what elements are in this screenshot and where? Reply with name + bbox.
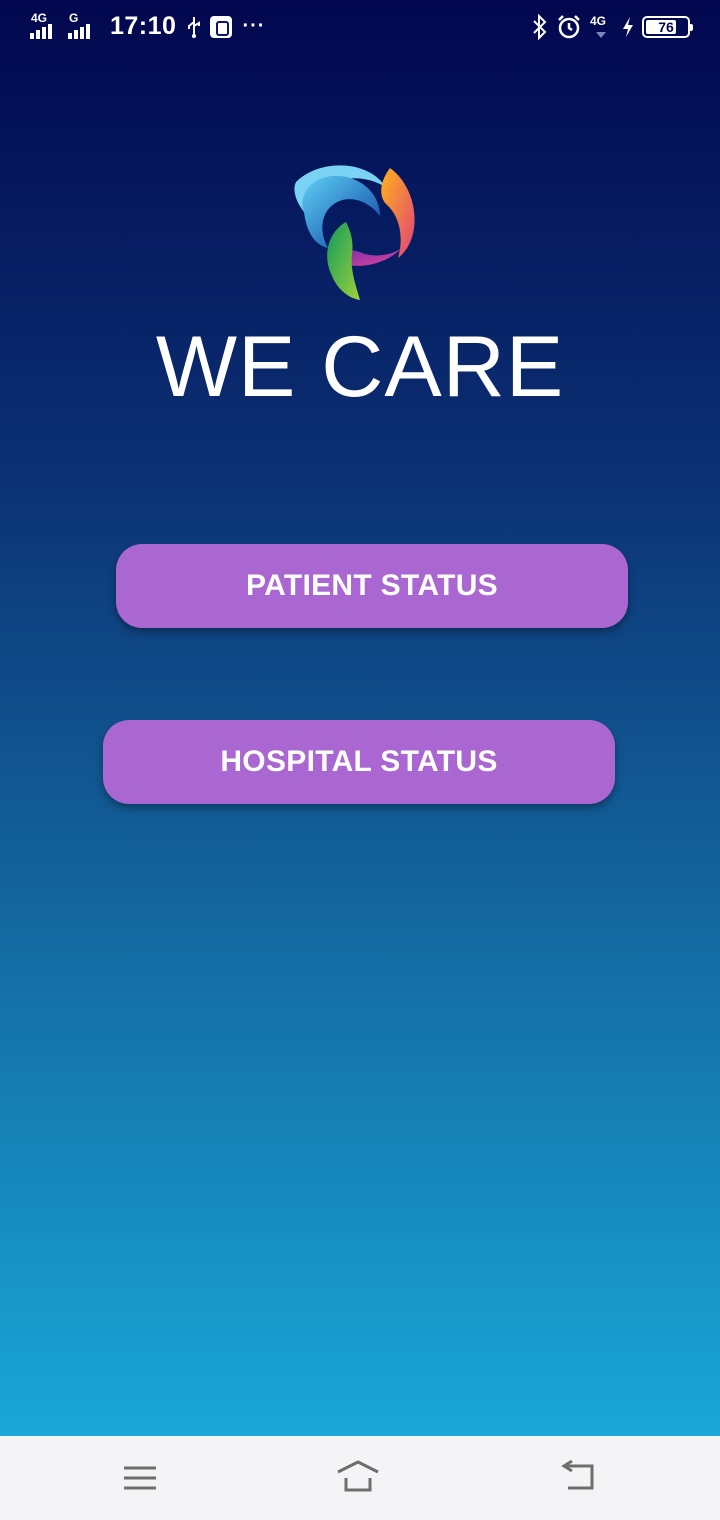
more-icon: ···	[242, 15, 266, 37]
hospital-status-button[interactable]: HOSPITAL STATUS	[103, 720, 615, 804]
status-right-group: 4G 76	[532, 14, 693, 40]
status-bar: 4G G 17:10 ··· 4G 76	[0, 0, 720, 58]
battery-icon: 76	[642, 16, 693, 38]
back-icon[interactable]	[558, 1458, 602, 1498]
alarm-icon	[558, 15, 580, 39]
sim1-network-label: 4G	[31, 10, 48, 25]
menu-icon[interactable]	[118, 1458, 162, 1498]
status-left-group: 4G G 17:10 ···	[30, 10, 266, 41]
signal-icon: 4G	[30, 10, 64, 41]
usb-icon	[188, 16, 201, 38]
bluetooth-icon	[533, 14, 547, 40]
mobile-data-icon: 4G	[590, 14, 614, 40]
clock: 17:10	[110, 12, 177, 40]
sim2-network-label: G	[69, 10, 79, 25]
debug-icon	[210, 15, 233, 38]
signal-icon: G	[68, 10, 102, 41]
patient-status-button[interactable]: PATIENT STATUS	[116, 544, 628, 628]
app-title: WE CARE	[155, 319, 565, 415]
app-logo	[294, 165, 415, 300]
data-network-label: 4G	[590, 14, 607, 28]
home-icon[interactable]	[336, 1458, 380, 1498]
battery-level: 76	[658, 19, 674, 35]
navigation-bar	[0, 1436, 720, 1520]
charging-icon	[623, 17, 633, 37]
